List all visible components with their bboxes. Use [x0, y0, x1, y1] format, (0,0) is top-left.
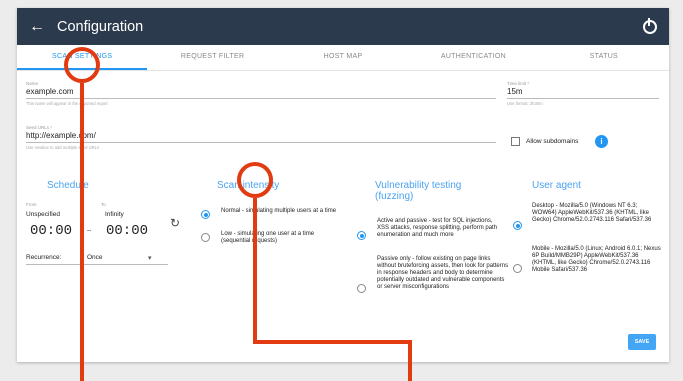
- intensity-normal-radio[interactable]: [201, 210, 210, 219]
- to-label: To: [101, 202, 106, 207]
- tab-request-filter[interactable]: REQUEST FILTER: [147, 45, 277, 70]
- tab-bar: SCAN SETTINGS REQUEST FILTER HOST MAP AU…: [17, 45, 669, 71]
- recurrence-dropdown-icon[interactable]: ▾: [148, 254, 152, 262]
- tab-status[interactable]: STATUS: [539, 45, 669, 70]
- name-help: This name will appear in the exported re…: [26, 101, 108, 106]
- vuln-passive-radio[interactable]: [357, 284, 366, 293]
- vulnerability-testing-title: Vulnerability testing (fuzzing): [375, 180, 462, 202]
- from-time[interactable]: 00:00: [30, 223, 72, 239]
- recurrence-label: Recurrence:: [26, 254, 62, 261]
- vuln-active-label: Active and passive - test for SQL inject…: [377, 218, 498, 238]
- seed-urls-input[interactable]: http://example.com/: [26, 130, 496, 143]
- seed-urls-help: Use newline to add multiple seed URLs: [26, 145, 100, 150]
- from-label: From: [26, 202, 37, 207]
- vuln-active-radio[interactable]: [357, 231, 366, 240]
- intensity-normal-label: Normal - simulating multiple users at a …: [221, 208, 337, 214]
- time-limit-input[interactable]: 15m: [507, 86, 659, 99]
- vuln-passive-label: Passive only - follow existing on page l…: [377, 256, 509, 290]
- info-icon[interactable]: i: [595, 135, 608, 148]
- agent-desktop-label: Desktop - Mozilla/5.0 (Windows NT 6.3; W…: [532, 203, 652, 223]
- agent-mobile-label: Mobile - Mozilla/5.0 (Linux; Android 6.0…: [532, 246, 661, 273]
- configuration-window: ← Configuration SCAN SETTINGS REQUEST FI…: [17, 8, 669, 362]
- page-title: Configuration: [57, 18, 144, 35]
- app-header: ← Configuration: [17, 8, 669, 45]
- agent-mobile-radio[interactable]: [513, 264, 522, 273]
- intensity-low-radio[interactable]: [201, 233, 210, 242]
- recurrence-underline: [26, 264, 168, 265]
- time-limit-help: Use format: 3h30m: [507, 101, 543, 106]
- tab-host-map[interactable]: HOST MAP: [278, 45, 408, 70]
- user-agent-title: User agent: [532, 180, 581, 191]
- name-field: Name example.com This name will appear i…: [26, 81, 496, 106]
- agent-desktop-radio[interactable]: [513, 221, 522, 230]
- power-logo-icon[interactable]: [643, 17, 657, 34]
- tab-authentication[interactable]: AUTHENTICATION: [408, 45, 538, 70]
- recurrence-value[interactable]: Once: [87, 254, 103, 261]
- to-time[interactable]: 00:00: [106, 223, 148, 239]
- time-limit-field: Time limit * 15m Use format: 3h30m: [507, 81, 659, 106]
- save-button[interactable]: SAVE: [628, 334, 656, 350]
- seed-urls-field: Seed URLs * http://example.com/ Use newl…: [26, 125, 496, 150]
- annotation-circle-middle: [237, 162, 273, 198]
- annotation-line-middle-down: [253, 198, 257, 342]
- allow-subdomains-checkbox[interactable]: [511, 137, 520, 146]
- annotation-circle-left: [64, 47, 100, 83]
- name-input[interactable]: example.com: [26, 86, 496, 99]
- reset-icon[interactable]: ↻: [170, 216, 180, 230]
- annotation-line-right-down: [408, 340, 412, 381]
- from-value[interactable]: Unspecified: [26, 211, 60, 218]
- time-separator: --: [87, 227, 92, 234]
- annotation-line-left: [80, 83, 84, 381]
- back-arrow-icon[interactable]: ←: [29, 18, 49, 36]
- allow-subdomains-label: Allow subdomains: [526, 138, 579, 145]
- to-value[interactable]: Infinity: [105, 211, 124, 218]
- intensity-low-label: Low - simulating one user at a time (seq…: [221, 231, 315, 244]
- annotation-line-middle-across: [253, 340, 412, 344]
